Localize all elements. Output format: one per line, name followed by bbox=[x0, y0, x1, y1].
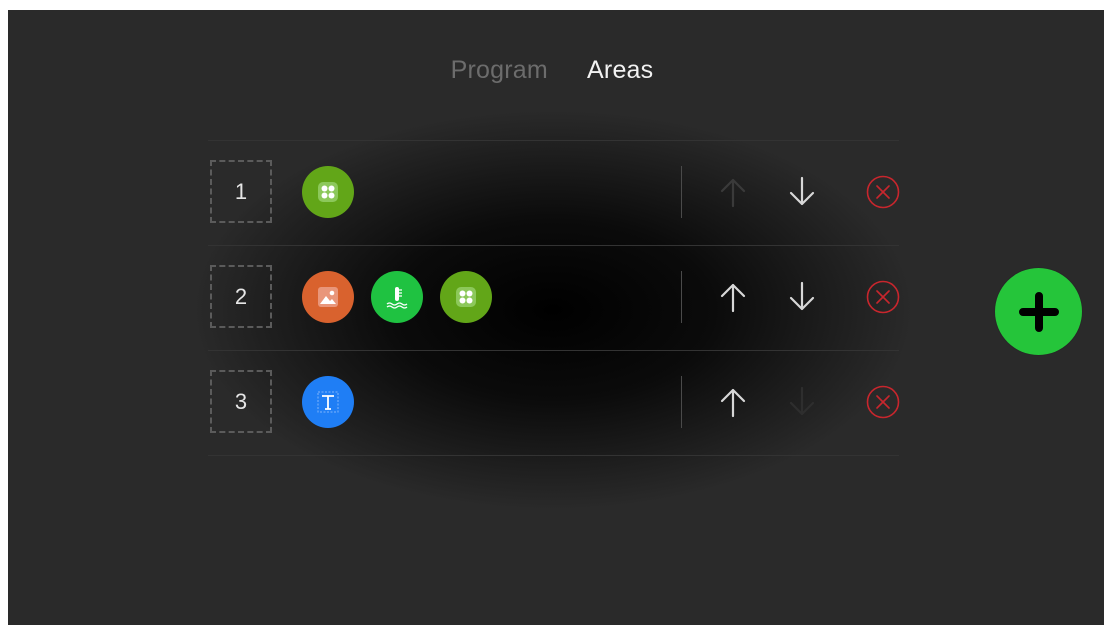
area-apps bbox=[302, 271, 492, 323]
move-up-button[interactable] bbox=[713, 172, 753, 212]
grid-app-icon[interactable] bbox=[302, 166, 354, 218]
arrow-up-icon bbox=[720, 283, 746, 313]
grid-app-icon[interactable] bbox=[440, 271, 492, 323]
area-row-1: 1 bbox=[208, 140, 900, 245]
close-circle-icon bbox=[866, 175, 900, 209]
image-app-icon[interactable] bbox=[302, 271, 354, 323]
add-area-button[interactable] bbox=[995, 268, 1082, 355]
area-number-badge[interactable]: 2 bbox=[210, 265, 272, 328]
move-down-button[interactable] bbox=[782, 172, 822, 212]
tab-bar: Program Areas bbox=[0, 56, 1104, 85]
close-circle-icon bbox=[866, 385, 900, 419]
delete-area-button[interactable] bbox=[863, 277, 903, 317]
tab-program[interactable]: Program bbox=[451, 56, 548, 85]
arrow-up-icon bbox=[720, 178, 746, 208]
tab-areas[interactable]: Areas bbox=[587, 56, 653, 85]
row-divider bbox=[681, 376, 682, 428]
row-divider bbox=[681, 166, 682, 218]
close-circle-icon bbox=[866, 280, 900, 314]
move-up-button[interactable] bbox=[713, 277, 753, 317]
arrow-down-icon bbox=[789, 386, 815, 416]
area-row-2: 2 bbox=[208, 245, 900, 350]
area-row-3: 3 bbox=[208, 350, 900, 456]
move-up-button[interactable] bbox=[713, 382, 753, 422]
move-down-button[interactable] bbox=[782, 277, 822, 317]
arrow-down-icon bbox=[789, 281, 815, 311]
arrow-down-icon bbox=[789, 176, 815, 206]
text-app-icon[interactable] bbox=[302, 376, 354, 428]
plus-icon bbox=[1018, 291, 1059, 332]
areas-list: 1 2 3 bbox=[208, 140, 900, 456]
delete-area-button[interactable] bbox=[863, 382, 903, 422]
delete-area-button[interactable] bbox=[863, 172, 903, 212]
area-number-badge[interactable]: 1 bbox=[210, 160, 272, 223]
area-number-badge[interactable]: 3 bbox=[210, 370, 272, 433]
area-apps bbox=[302, 166, 354, 218]
area-apps bbox=[302, 376, 354, 428]
row-divider bbox=[681, 271, 682, 323]
thermometer-app-icon[interactable] bbox=[371, 271, 423, 323]
move-down-button[interactable] bbox=[782, 382, 822, 422]
arrow-up-icon bbox=[720, 388, 746, 418]
